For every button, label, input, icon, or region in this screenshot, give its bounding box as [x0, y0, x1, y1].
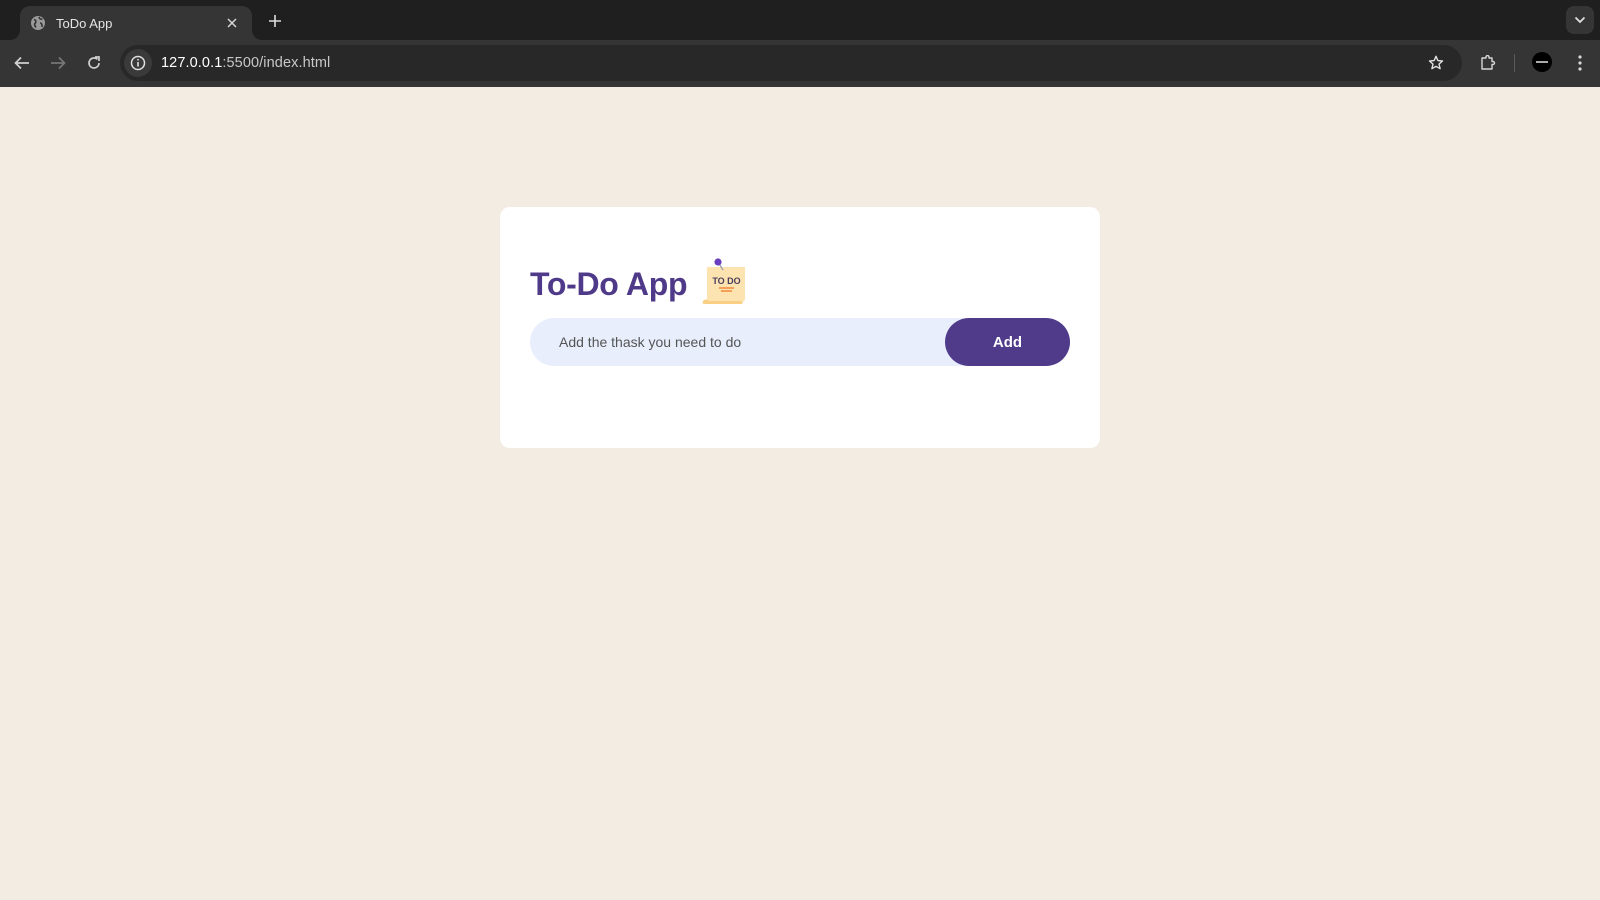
browser-menu-button[interactable]	[1566, 49, 1594, 77]
close-icon[interactable]	[222, 13, 242, 33]
browser-tab[interactable]: ToDo App	[20, 6, 252, 40]
browser-toolbar: 127.0.0.1:5500/index.html	[0, 40, 1600, 87]
url-host: 127.0.0.1	[161, 55, 223, 71]
new-tab-button[interactable]	[262, 9, 288, 33]
tab-search-button[interactable]	[1566, 6, 1594, 34]
star-icon	[1428, 55, 1444, 70]
page-title: To-Do App	[530, 265, 688, 302]
site-info-button[interactable]	[124, 49, 152, 77]
todo-note-icon: TO DO	[702, 258, 746, 304]
chevron-down-icon	[1574, 16, 1586, 24]
add-task-button[interactable]: Add	[945, 318, 1070, 366]
url-text[interactable]: 127.0.0.1:5500/index.html	[161, 55, 330, 71]
forward-button[interactable]	[44, 49, 72, 77]
kebab-menu-icon	[1578, 55, 1582, 71]
extensions-button[interactable]	[1474, 49, 1502, 77]
plus-icon	[269, 15, 281, 27]
app-heading: To-Do App TO DO	[530, 258, 1070, 309]
reload-button[interactable]	[80, 49, 108, 77]
browser-tab-strip: ToDo App	[0, 0, 1600, 40]
arrow-left-icon	[14, 56, 29, 70]
task-entry-row: Add	[530, 318, 1070, 366]
todo-card: To-Do App TO DO Add	[500, 207, 1100, 448]
address-bar[interactable]: 127.0.0.1:5500/index.html	[120, 45, 1462, 81]
arrow-right-icon	[51, 56, 66, 70]
tab-title: ToDo App	[56, 15, 113, 31]
task-input[interactable]	[530, 318, 945, 366]
toolbar-divider	[1514, 54, 1515, 72]
reload-icon	[88, 56, 100, 69]
bookmark-button[interactable]	[1422, 49, 1450, 77]
info-icon	[130, 55, 146, 71]
todo-note-text: TO DO	[713, 276, 741, 286]
url-path: :5500/index.html	[222, 55, 331, 71]
puzzle-icon	[1481, 55, 1496, 70]
back-button[interactable]	[8, 49, 36, 77]
avatar[interactable]	[1532, 52, 1552, 72]
globe-icon	[30, 15, 46, 31]
